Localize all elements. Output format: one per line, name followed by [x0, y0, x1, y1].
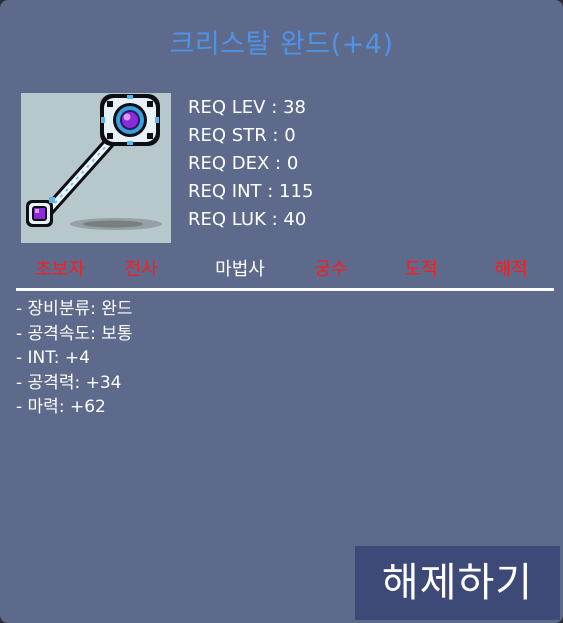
req-int: REQ INT : 115	[188, 181, 314, 202]
job-beginner: 초보자	[35, 259, 85, 280]
item-image	[21, 93, 171, 243]
release-button[interactable]: 해제하기	[355, 546, 560, 620]
stat-equip-category: - 장비분류: 완드	[16, 299, 133, 319]
divider	[16, 288, 554, 291]
stat-attack-speed: - 공격속도: 보통	[16, 323, 133, 344]
job-warrior: 전사	[124, 259, 158, 280]
stats-list: - 장비분류: 완드 - 공격속도: 보통 - INT: +4 - 공격력: +…	[16, 297, 133, 420]
stat-attack: - 공격력: +34	[16, 372, 122, 393]
job-magician: 마법사	[215, 259, 265, 280]
req-luk: REQ LUK : 40	[188, 209, 307, 230]
job-archer: 궁수	[314, 259, 348, 280]
job-thief: 도적	[404, 259, 438, 280]
item-tooltip-panel: 크리스탈 완드(+4) REQ LEV: 38 REQ STR: 0 REQ…	[0, 0, 563, 623]
stat-magic: - 마력: +62	[16, 397, 106, 417]
req-level: REQ LEV : 38	[188, 97, 306, 118]
requirements-list: REQ LEV : 38 REQ STR : 0 REQ DEX : 0 REQ…	[188, 94, 313, 234]
stat-int: - INT: +4	[16, 348, 90, 368]
item-name: 크리스탈 완드(+4)	[169, 29, 394, 60]
req-dex: REQ DEX : 0	[188, 153, 299, 174]
job-pirate: 해적	[494, 259, 528, 280]
job-list: 초보자 전사 마법사 궁수 도적 해적	[0, 257, 563, 283]
crystal-wand-icon	[26, 94, 162, 230]
req-str: REQ STR : 0	[188, 125, 296, 146]
